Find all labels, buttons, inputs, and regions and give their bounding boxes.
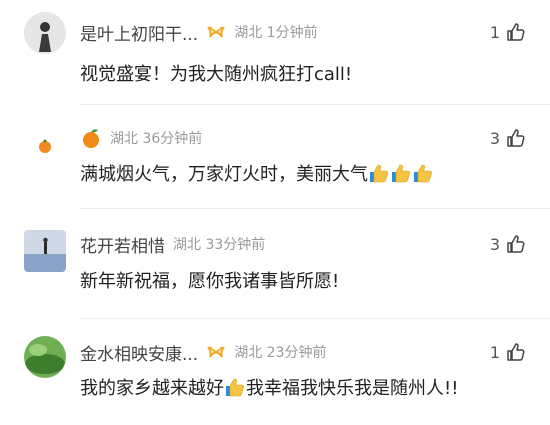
like-button[interactable]: 3 [490,126,526,150]
comment-meta: 花开若相惜 湖北 33分钟前 [80,232,266,257]
thumbs-up-icon [507,343,525,361]
like-count: 3 [489,234,500,254]
location-time: 湖北 33分钟前 [173,237,266,253]
like-count: 1 [489,22,500,42]
comment-meta: 湖北 36分钟前 [80,126,202,150]
thumbs-up-icon [507,235,525,253]
like-button[interactable]: 1 [490,20,526,44]
divider [80,104,550,105]
avatar[interactable] [24,12,66,54]
divider [80,318,550,319]
thumbs-up-emoji-icon [414,164,432,183]
avatar[interactable] [24,336,66,378]
orange-icon [83,129,99,148]
thumbs-up-emoji-icon [370,164,388,183]
like-button[interactable]: 1 [490,340,526,364]
thumbs-up-icon [507,129,525,147]
comment-text: 新年新祝福，愿你我诸事皆所愿! [80,271,340,292]
location-time: 湖北 23分钟前 [234,345,327,361]
thumbs-up-emoji-icon [392,164,410,183]
comment-meta: 是叶上初阳干... 湖北 1分钟前 [80,20,318,45]
like-count: 1 [489,342,500,362]
avatar[interactable] [24,230,66,272]
thumbs-up-emoji-icon [226,378,244,397]
like-button[interactable]: 3 [490,232,526,256]
vip-badge-icon [207,26,226,38]
username[interactable]: 金水相映安康... [80,340,198,365]
divider [80,208,550,209]
username[interactable]: 是叶上初阳干... [80,20,198,45]
vip-badge-icon [207,346,226,358]
comment-text: 视觉盛宴！为我大随州疯狂打call! [80,64,353,85]
thumbs-up-icon [507,23,525,41]
comment-meta: 金水相映安康... 湖北 23分钟前 [80,340,327,365]
comment-text: 满城烟火气，万家灯火时，美丽大气 [80,160,434,186]
comment-text: 我的家乡越来越好 我幸福我快乐我是随州人!! [80,378,459,399]
like-count: 3 [489,128,500,148]
location-time: 湖北 1分钟前 [234,25,318,41]
username[interactable]: 花开若相惜 [80,232,165,257]
location-time: 湖北 36分钟前 [110,131,203,147]
avatar[interactable] [24,126,66,168]
